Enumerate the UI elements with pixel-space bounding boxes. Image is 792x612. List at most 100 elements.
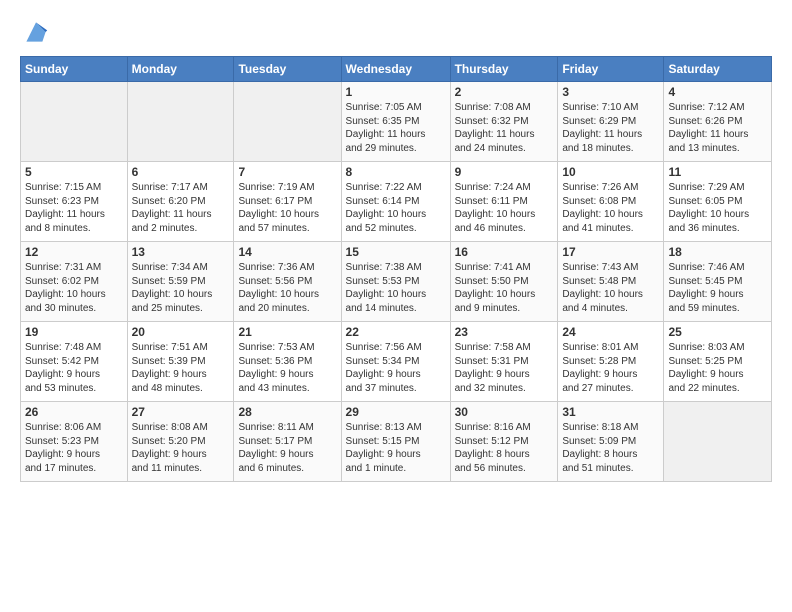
calendar-week-5: 26Sunrise: 8:06 AM Sunset: 5:23 PM Dayli… — [21, 402, 772, 482]
calendar-header: Sunday Monday Tuesday Wednesday Thursday… — [21, 57, 772, 82]
calendar-cell — [127, 82, 234, 162]
day-number: 15 — [346, 245, 446, 259]
day-info: Sunrise: 7:26 AM Sunset: 6:08 PM Dayligh… — [562, 181, 659, 235]
calendar-cell: 31 Sunrise: 8:18 AM Sunset: 5:09 PM Dayli… — [558, 402, 664, 482]
page: Sunday Monday Tuesday Wednesday Thursday… — [0, 0, 792, 612]
calendar-cell: 15 Sunrise: 7:38 AM Sunset: 5:53 PM Dayli… — [341, 242, 450, 322]
calendar-week-4: 19Sunrise: 7:48 AM Sunset: 5:42 PM Dayli… — [21, 322, 772, 402]
day-number: 12 — [25, 245, 123, 259]
calendar-cell: 11Sunrise: 7:29 AM Sunset: 6:05 PM Dayli… — [664, 162, 772, 242]
day-info: Sunrise: 7:38 AM Sunset: 5:53 PM Dayligh… — [346, 261, 446, 315]
day-number: 14 — [238, 245, 336, 259]
calendar-cell: 12Sunrise: 7:31 AM Sunset: 6:02 PM Dayli… — [21, 242, 128, 322]
day-number: 4 — [668, 85, 767, 99]
day-number: 27 — [132, 405, 230, 419]
calendar-week-1: 1Sunrise: 7:05 AM Sunset: 6:35 PM Daylig… — [21, 82, 772, 162]
day-info: Sunrise: 7:24 AM Sunset: 6:11 PM Dayligh… — [455, 181, 554, 235]
calendar-body: 1Sunrise: 7:05 AM Sunset: 6:35 PM Daylig… — [21, 82, 772, 482]
calendar-cell: 13Sunrise: 7:34 AM Sunset: 5:59 PM Dayli… — [127, 242, 234, 322]
calendar-cell: 27 Sunrise: 8:08 AM Sunset: 5:20 PM Dayli… — [127, 402, 234, 482]
weekday-row: Sunday Monday Tuesday Wednesday Thursday… — [21, 57, 772, 82]
day-number: 5 — [25, 165, 123, 179]
day-info: Sunrise: 7:34 AM Sunset: 5:59 PM Dayligh… — [132, 261, 230, 315]
day-info: Sunrise: 8:01 AM Sunset: 5:28 PM Dayligh… — [562, 341, 659, 395]
calendar-cell: 9 Sunrise: 7:24 AM Sunset: 6:11 PM Daylig… — [450, 162, 558, 242]
header — [20, 16, 772, 48]
calendar-cell: 19Sunrise: 7:48 AM Sunset: 5:42 PM Dayli… — [21, 322, 128, 402]
calendar-cell: 25Sunrise: 8:03 AM Sunset: 5:25 PM Dayli… — [664, 322, 772, 402]
calendar-cell: 4 Sunrise: 7:12 AM Sunset: 6:26 PM Daylig… — [664, 82, 772, 162]
day-number: 2 — [455, 85, 554, 99]
day-info: Sunrise: 8:18 AM Sunset: 5:09 PM Dayligh… — [562, 421, 659, 475]
day-info: Sunrise: 7:10 AM Sunset: 6:29 PM Dayligh… — [562, 101, 659, 155]
calendar-cell: 23 Sunrise: 7:58 AM Sunset: 5:31 PM Dayli… — [450, 322, 558, 402]
day-info: Sunrise: 7:36 AM Sunset: 5:56 PM Dayligh… — [238, 261, 336, 315]
calendar-cell: 20Sunrise: 7:51 AM Sunset: 5:39 PM Dayli… — [127, 322, 234, 402]
day-number: 29 — [346, 405, 446, 419]
day-number: 31 — [562, 405, 659, 419]
calendar-cell: 21 Sunrise: 7:53 AM Sunset: 5:36 PM Dayli… — [234, 322, 341, 402]
day-info: Sunrise: 7:46 AM Sunset: 5:45 PM Dayligh… — [668, 261, 767, 315]
day-number: 8 — [346, 165, 446, 179]
day-number: 10 — [562, 165, 659, 179]
day-info: Sunrise: 7:56 AM Sunset: 5:34 PM Dayligh… — [346, 341, 446, 395]
calendar-cell — [664, 402, 772, 482]
calendar-week-3: 12Sunrise: 7:31 AM Sunset: 6:02 PM Dayli… — [21, 242, 772, 322]
day-number: 24 — [562, 325, 659, 339]
calendar-cell — [21, 82, 128, 162]
day-info: Sunrise: 8:16 AM Sunset: 5:12 PM Dayligh… — [455, 421, 554, 475]
calendar-cell: 18 Sunrise: 7:46 AM Sunset: 5:45 PM Dayli… — [664, 242, 772, 322]
calendar-cell: 3 Sunrise: 7:10 AM Sunset: 6:29 PM Daylig… — [558, 82, 664, 162]
day-number: 18 — [668, 245, 767, 259]
day-number: 23 — [455, 325, 554, 339]
day-info: Sunrise: 7:29 AM Sunset: 6:05 PM Dayligh… — [668, 181, 767, 235]
calendar-cell: 10 Sunrise: 7:26 AM Sunset: 6:08 PM Dayli… — [558, 162, 664, 242]
calendar-cell: 30Sunrise: 8:16 AM Sunset: 5:12 PM Dayli… — [450, 402, 558, 482]
calendar-cell: 5 Sunrise: 7:15 AM Sunset: 6:23 PM Daylig… — [21, 162, 128, 242]
day-info: Sunrise: 8:11 AM Sunset: 5:17 PM Dayligh… — [238, 421, 336, 475]
day-number: 6 — [132, 165, 230, 179]
day-number: 3 — [562, 85, 659, 99]
day-info: Sunrise: 7:43 AM Sunset: 5:48 PM Dayligh… — [562, 261, 659, 315]
col-saturday: Saturday — [664, 57, 772, 82]
day-number: 16 — [455, 245, 554, 259]
col-sunday: Sunday — [21, 57, 128, 82]
col-tuesday: Tuesday — [234, 57, 341, 82]
col-friday: Friday — [558, 57, 664, 82]
logo — [20, 16, 56, 48]
calendar-table: Sunday Monday Tuesday Wednesday Thursday… — [20, 56, 772, 482]
day-info: Sunrise: 8:13 AM Sunset: 5:15 PM Dayligh… — [346, 421, 446, 475]
day-number: 7 — [238, 165, 336, 179]
day-info: Sunrise: 7:15 AM Sunset: 6:23 PM Dayligh… — [25, 181, 123, 235]
calendar-cell: 22 Sunrise: 7:56 AM Sunset: 5:34 PM Dayli… — [341, 322, 450, 402]
day-info: Sunrise: 7:08 AM Sunset: 6:32 PM Dayligh… — [455, 101, 554, 155]
day-info: Sunrise: 7:05 AM Sunset: 6:35 PM Dayligh… — [346, 101, 446, 155]
day-info: Sunrise: 7:12 AM Sunset: 6:26 PM Dayligh… — [668, 101, 767, 155]
calendar-cell: 7 Sunrise: 7:19 AM Sunset: 6:17 PM Daylig… — [234, 162, 341, 242]
day-info: Sunrise: 7:51 AM Sunset: 5:39 PM Dayligh… — [132, 341, 230, 395]
day-info: Sunrise: 8:08 AM Sunset: 5:20 PM Dayligh… — [132, 421, 230, 475]
calendar-cell: 2 Sunrise: 7:08 AM Sunset: 6:32 PM Daylig… — [450, 82, 558, 162]
col-wednesday: Wednesday — [341, 57, 450, 82]
calendar-cell: 1Sunrise: 7:05 AM Sunset: 6:35 PM Daylig… — [341, 82, 450, 162]
day-info: Sunrise: 7:53 AM Sunset: 5:36 PM Dayligh… — [238, 341, 336, 395]
day-info: Sunrise: 7:48 AM Sunset: 5:42 PM Dayligh… — [25, 341, 123, 395]
day-info: Sunrise: 7:41 AM Sunset: 5:50 PM Dayligh… — [455, 261, 554, 315]
calendar-cell — [234, 82, 341, 162]
calendar-cell: 6Sunrise: 7:17 AM Sunset: 6:20 PM Daylig… — [127, 162, 234, 242]
day-number: 22 — [346, 325, 446, 339]
day-number: 28 — [238, 405, 336, 419]
logo-icon — [20, 16, 52, 48]
calendar-cell: 28 Sunrise: 8:11 AM Sunset: 5:17 PM Dayli… — [234, 402, 341, 482]
day-number: 21 — [238, 325, 336, 339]
day-number: 17 — [562, 245, 659, 259]
day-info: Sunrise: 8:03 AM Sunset: 5:25 PM Dayligh… — [668, 341, 767, 395]
calendar-week-2: 5 Sunrise: 7:15 AM Sunset: 6:23 PM Daylig… — [21, 162, 772, 242]
calendar-cell: 8Sunrise: 7:22 AM Sunset: 6:14 PM Daylig… — [341, 162, 450, 242]
day-info: Sunrise: 7:58 AM Sunset: 5:31 PM Dayligh… — [455, 341, 554, 395]
day-info: Sunrise: 7:19 AM Sunset: 6:17 PM Dayligh… — [238, 181, 336, 235]
calendar-cell: 17 Sunrise: 7:43 AM Sunset: 5:48 PM Dayli… — [558, 242, 664, 322]
col-thursday: Thursday — [450, 57, 558, 82]
calendar-cell: 26Sunrise: 8:06 AM Sunset: 5:23 PM Dayli… — [21, 402, 128, 482]
day-number: 9 — [455, 165, 554, 179]
